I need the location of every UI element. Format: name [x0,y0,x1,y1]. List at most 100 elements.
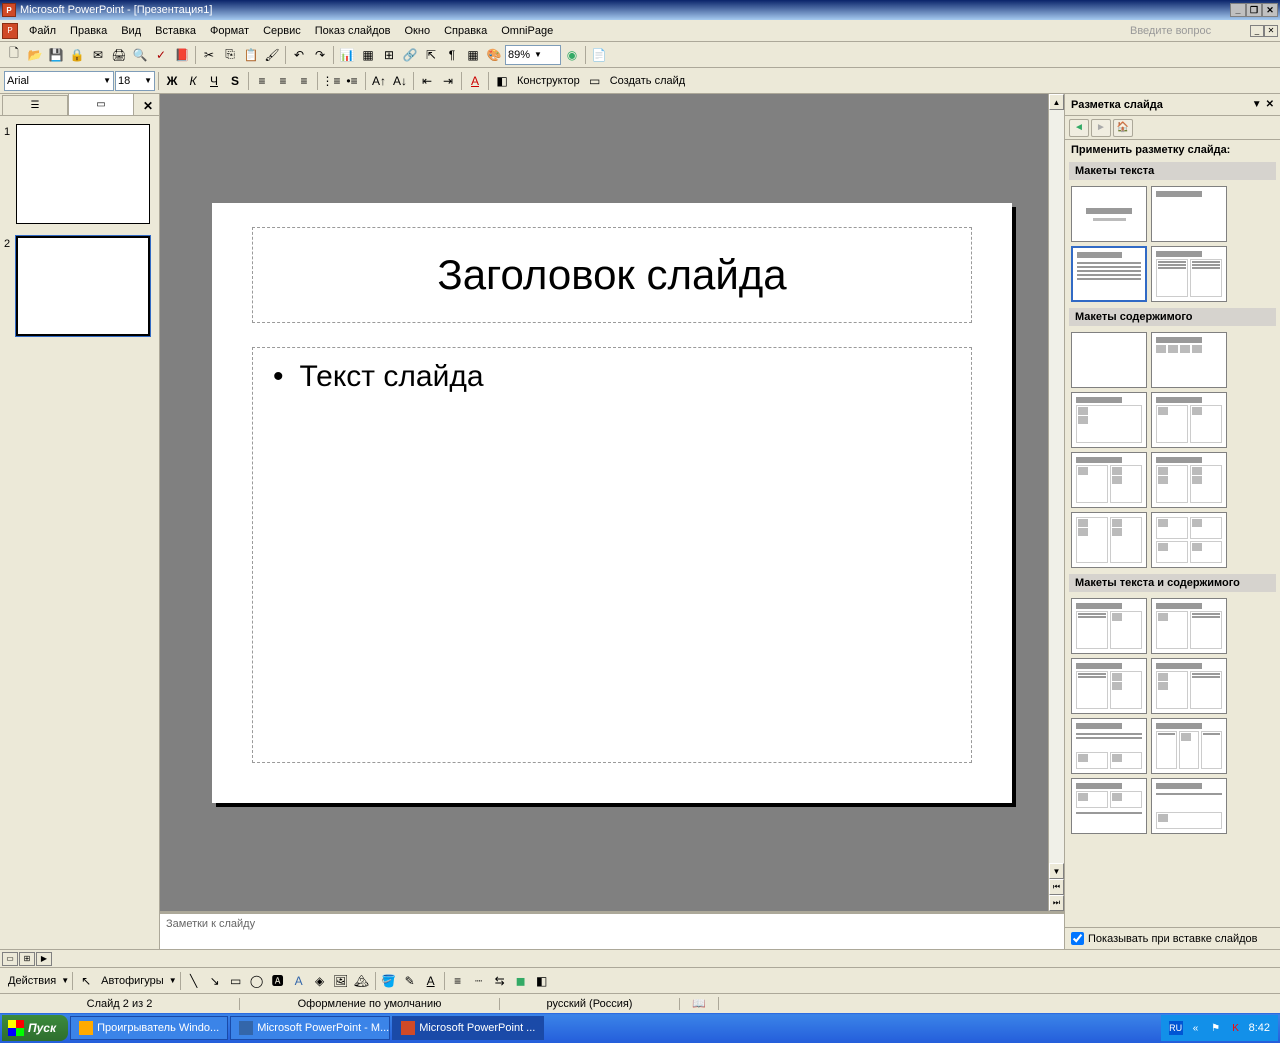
table-icon[interactable]: ▦ [358,45,378,65]
paste-icon[interactable]: 📋 [241,45,261,65]
increase-font-icon[interactable]: A↑ [369,71,389,91]
layout-content-2[interactable] [1071,392,1147,448]
cut-icon[interactable]: ✂ [199,45,219,65]
menu-omnipage[interactable]: OmniPage [494,23,560,39]
print-icon[interactable]: 🖨 [109,45,129,65]
undo-icon[interactable]: ↶ [289,45,309,65]
menu-edit[interactable]: Правка [63,23,114,39]
layout-content-3[interactable] [1151,392,1227,448]
line-style-icon[interactable]: ≡ [448,971,468,991]
font-color-draw-icon[interactable]: A [421,971,441,991]
rectangle-icon[interactable]: ▭ [226,971,246,991]
diagram-icon[interactable]: ◈ [310,971,330,991]
expand-tray-icon[interactable]: « [1189,1021,1203,1035]
clipart-icon[interactable]: 🖼 [331,971,351,991]
layout-content-5[interactable] [1151,452,1227,508]
ask-question-box[interactable]: Введите вопрос [1126,25,1246,37]
pane-close-icon[interactable]: ✕ [1266,99,1274,110]
status-spellcheck-icon[interactable]: 📖 [680,997,719,1010]
preview-icon[interactable]: 🔍 [130,45,150,65]
back-icon[interactable]: ◄ [1069,119,1089,137]
decrease-indent-icon[interactable]: ⇤ [417,71,437,91]
color-icon[interactable]: 🎨 [484,45,504,65]
tray-icon[interactable]: ⚑ [1209,1021,1223,1035]
tray-icon[interactable]: K [1229,1021,1243,1035]
menu-insert[interactable]: Вставка [148,23,203,39]
layout-tc-3[interactable] [1071,658,1147,714]
align-center-icon[interactable]: ≡ [273,71,293,91]
grid-icon[interactable]: ▦ [463,45,483,65]
layout-content-6[interactable] [1071,512,1147,568]
layout-title-slide[interactable] [1071,186,1147,242]
normal-view-icon[interactable]: ▭ [2,952,18,966]
scroll-down-icon[interactable]: ▼ [1049,863,1064,879]
layout-content-4[interactable] [1071,452,1147,508]
design-icon[interactable]: ◧ [492,71,512,91]
permission-icon[interactable]: 🔒 [67,45,87,65]
line-icon[interactable]: ╲ [184,971,204,991]
control-icon[interactable]: P [2,23,18,39]
layout-tc-4[interactable] [1151,658,1227,714]
layout-tc-5[interactable] [1071,718,1147,774]
help-icon[interactable]: ◉ [562,45,582,65]
save-icon[interactable]: 💾 [46,45,66,65]
taskbar-item[interactable]: Проигрыватель Windo... [70,1016,228,1040]
spell-icon[interactable]: ✓ [151,45,171,65]
content-placeholder[interactable]: Текст слайда [252,347,972,763]
taskbar-item-active[interactable]: Microsoft PowerPoint ... [392,1016,544,1040]
restore-button[interactable]: ❐ [1246,3,1262,17]
layout-blank[interactable] [1071,332,1147,388]
3d-style-icon[interactable]: ◧ [532,971,552,991]
slide-thumb-1[interactable] [16,124,150,224]
menu-file[interactable]: Файл [22,23,63,39]
new-slide-button[interactable]: Создать слайд [606,75,689,87]
layout-tc-2[interactable] [1151,598,1227,654]
layout-title-only[interactable] [1151,186,1227,242]
lang-indicator[interactable]: RU [1169,1021,1183,1035]
title-placeholder[interactable]: Заголовок слайда [252,227,972,323]
align-right-icon[interactable]: ≡ [294,71,314,91]
layout-tc-8[interactable] [1151,778,1227,834]
autoshapes-menu[interactable]: Автофигуры [97,975,168,987]
doc-close[interactable]: ✕ [1264,25,1278,37]
layout-tc-7[interactable] [1071,778,1147,834]
decrease-font-icon[interactable]: A↓ [390,71,410,91]
dash-style-icon[interactable]: ┈ [469,971,489,991]
font-color-icon[interactable]: A [465,71,485,91]
tables-borders-icon[interactable]: ⊞ [379,45,399,65]
italic-icon[interactable]: К [183,71,203,91]
hyperlink-icon[interactable]: 🔗 [400,45,420,65]
chart-icon[interactable]: 📊 [337,45,357,65]
increase-indent-icon[interactable]: ⇥ [438,71,458,91]
sorter-view-icon[interactable]: ⊞ [19,952,35,966]
forward-icon[interactable]: ► [1091,119,1111,137]
doc-minimize[interactable]: _ [1250,25,1264,37]
close-button[interactable]: ✕ [1262,3,1278,17]
shadow-style-icon[interactable]: ◼ [511,971,531,991]
taskbar-item[interactable]: Microsoft PowerPoint - М... [230,1016,390,1040]
layout-two-column[interactable] [1151,246,1227,302]
menu-view[interactable]: Вид [114,23,148,39]
menu-slideshow[interactable]: Показ слайдов [308,23,398,39]
close-panel-button[interactable]: ✕ [137,97,159,115]
textbox-icon[interactable]: 🅰 [268,971,288,991]
numbering-icon[interactable]: ⋮≡ [321,71,341,91]
align-left-icon[interactable]: ≡ [252,71,272,91]
minimize-button[interactable]: _ [1230,3,1246,17]
slides-tab[interactable]: ▭ [68,93,134,115]
format-painter-icon[interactable]: 🖌 [262,45,282,65]
fill-color-icon[interactable]: 🪣 [379,971,399,991]
font-name-combo[interactable]: Arial▼ [4,71,114,91]
layout-tc-1[interactable] [1071,598,1147,654]
bullets-icon[interactable]: •≡ [342,71,362,91]
notes-pane[interactable]: Заметки к слайду [160,911,1064,949]
expand-icon[interactable]: ⇱ [421,45,441,65]
show-on-insert-checkbox[interactable] [1071,932,1084,945]
omnipage-icon[interactable]: 📄 [589,45,609,65]
menu-window[interactable]: Окно [398,23,438,39]
redo-icon[interactable]: ↷ [310,45,330,65]
pane-dropdown-icon[interactable]: ▼ [1252,99,1262,110]
arrow-style-icon[interactable]: ⇆ [490,971,510,991]
layout-content-7[interactable] [1151,512,1227,568]
constructor-button[interactable]: Конструктор [513,75,584,87]
